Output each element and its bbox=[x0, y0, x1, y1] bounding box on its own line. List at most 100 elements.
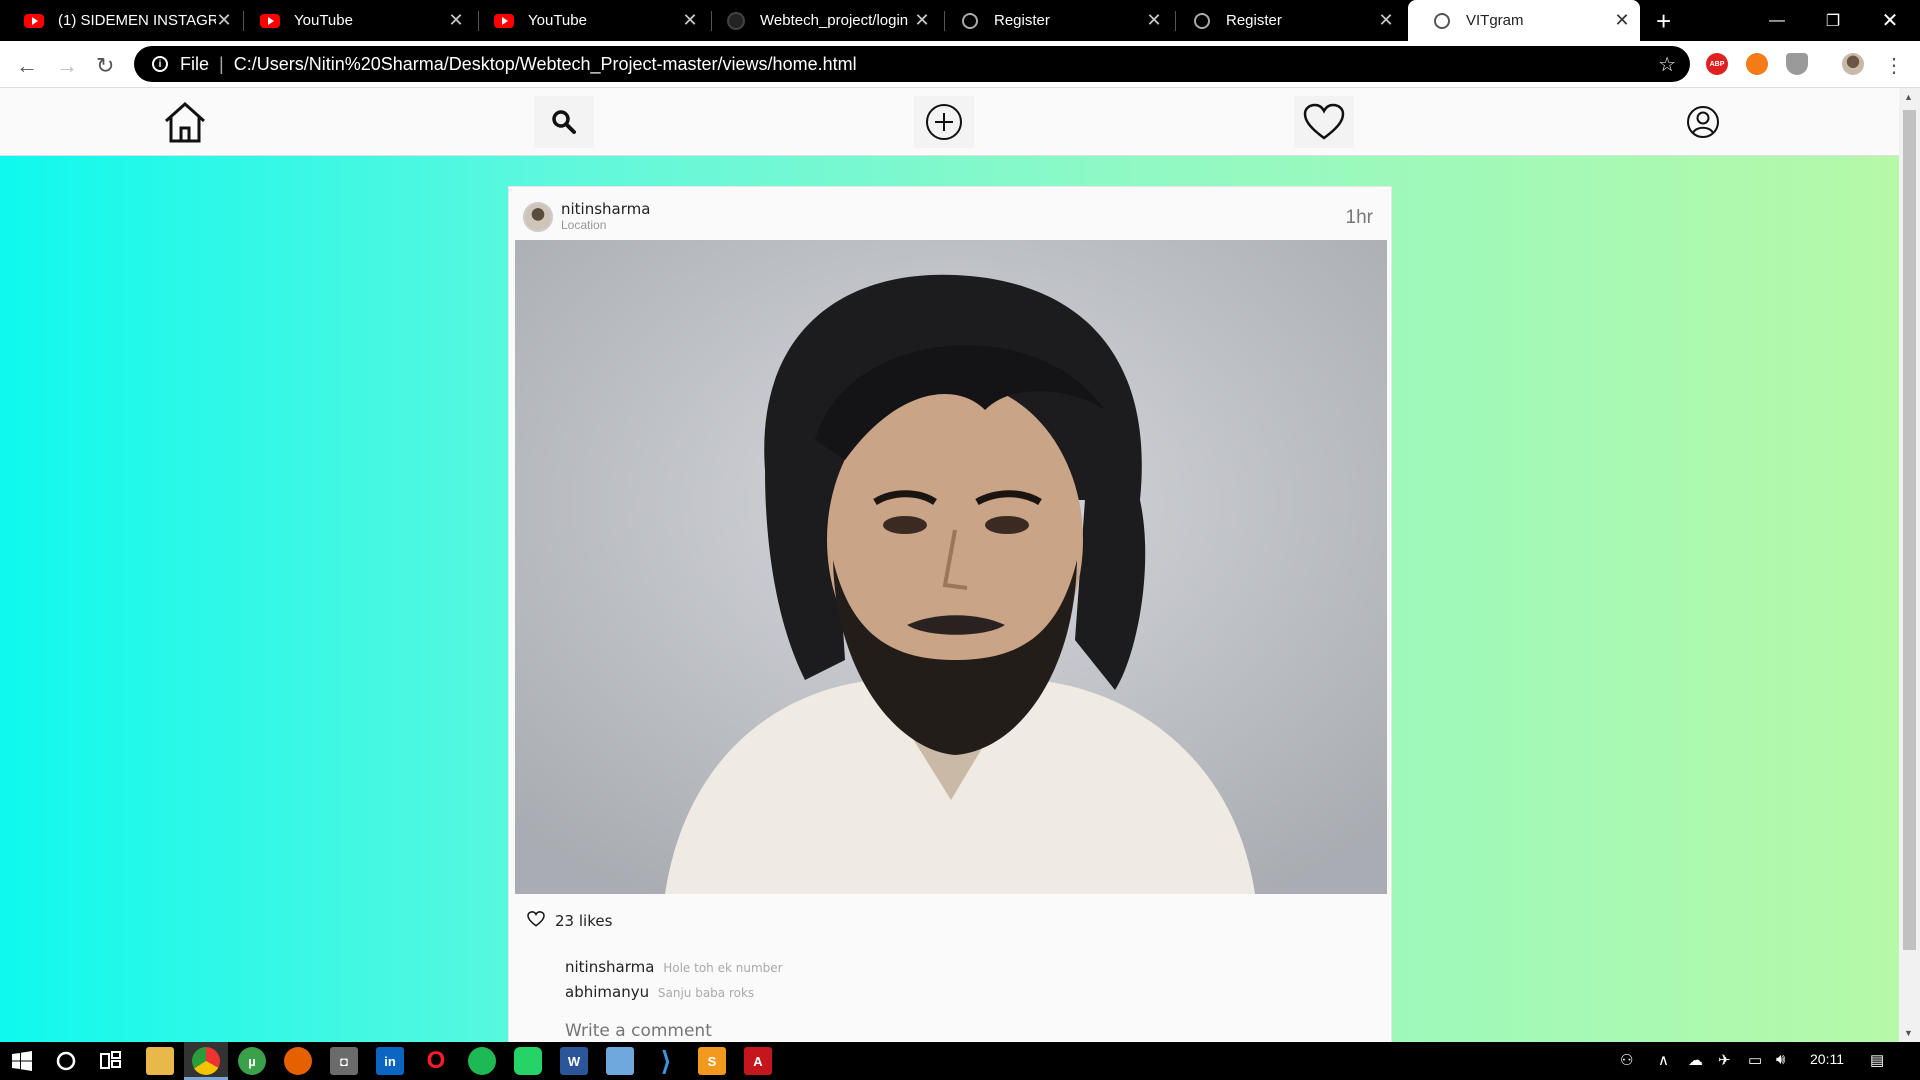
likes-row: 23 likes bbox=[527, 911, 612, 931]
browser-tab[interactable]: Register ✕ bbox=[936, 0, 1172, 41]
squirrel-icon[interactable] bbox=[1746, 53, 1768, 75]
heart-icon[interactable] bbox=[1294, 96, 1354, 148]
back-arrow-icon[interactable]: ← bbox=[16, 53, 38, 79]
restore-button[interactable]: ❐ bbox=[1805, 0, 1861, 41]
close-tab-icon[interactable]: ✕ bbox=[1378, 10, 1394, 31]
browser-tab-active[interactable]: VITgram ✕ bbox=[1408, 0, 1640, 41]
browser-tab[interactable]: YouTube ✕ bbox=[470, 0, 708, 41]
globe-icon bbox=[1432, 11, 1452, 31]
scrollbar-thumb[interactable] bbox=[1903, 110, 1916, 950]
volume-icon[interactable]: 🔊︎ bbox=[1776, 1051, 1785, 1068]
chrome-icon[interactable] bbox=[192, 1047, 220, 1075]
close-tab-icon[interactable]: ✕ bbox=[1146, 10, 1162, 31]
comment-text: Hole toh ek number bbox=[663, 961, 783, 975]
forward-arrow-icon[interactable]: → bbox=[56, 53, 78, 79]
linkedin-icon[interactable]: in bbox=[376, 1047, 404, 1075]
close-tab-icon[interactable]: ✕ bbox=[448, 10, 464, 31]
show-hidden-icons-chevron-icon[interactable]: ∧ bbox=[1658, 1051, 1669, 1069]
comment: nitinsharma Hole toh ek number bbox=[565, 955, 783, 980]
page-viewport: nitinsharma Location 1hr 23 likes nitins… bbox=[0, 88, 1899, 1042]
youtube-icon bbox=[260, 11, 280, 31]
post-time: 1hr bbox=[1345, 207, 1373, 228]
comment-input[interactable] bbox=[565, 1021, 1165, 1041]
profile-icon[interactable] bbox=[1673, 96, 1733, 148]
word-icon[interactable]: W bbox=[560, 1047, 588, 1075]
url-scheme: File bbox=[180, 53, 210, 74]
close-tab-icon[interactable]: ✕ bbox=[682, 10, 698, 31]
browser-tab[interactable]: YouTube ✕ bbox=[236, 0, 474, 41]
opera-icon[interactable]: O bbox=[422, 1047, 450, 1075]
onedrive-icon[interactable]: ☁ bbox=[1688, 1051, 1703, 1069]
site-navbar bbox=[0, 88, 1899, 156]
windows-taskbar: µ ◘ in O W ⟩ S A ⚇ ∧ ☁ ✈ ▭ 🔊︎ 20:11 ▤ bbox=[0, 1042, 1920, 1080]
github-icon bbox=[726, 11, 746, 31]
close-tab-icon[interactable]: ✕ bbox=[216, 10, 232, 31]
tab-title: (1) SIDEMEN INSTAGRA bbox=[58, 12, 216, 29]
url-field[interactable]: i File | C:/Users/Nitin%20Sharma/Desktop… bbox=[134, 46, 1690, 82]
utorrent-icon[interactable]: µ bbox=[238, 1047, 266, 1075]
tab-title: YouTube bbox=[528, 12, 587, 29]
tab-title: VITgram bbox=[1466, 12, 1524, 29]
comment: abhimanyu Sanju baba roks bbox=[565, 980, 783, 1005]
user-avatar[interactable] bbox=[523, 201, 553, 232]
like-heart-icon[interactable] bbox=[527, 911, 545, 931]
url-text: C:/Users/Nitin%20Sharma/Desktop/Webtech_… bbox=[233, 53, 857, 74]
search-icon[interactable] bbox=[534, 96, 594, 148]
tab-title: Webtech_project/login bbox=[760, 12, 909, 29]
post-username[interactable]: nitinsharma bbox=[561, 201, 650, 218]
clock[interactable]: 20:11 bbox=[1810, 1051, 1844, 1067]
globe-icon bbox=[960, 11, 980, 31]
minimize-button[interactable]: — bbox=[1749, 0, 1805, 41]
add-post-icon[interactable] bbox=[914, 96, 974, 148]
people-icon[interactable]: ⚇ bbox=[1620, 1051, 1633, 1069]
new-tab-button[interactable]: + bbox=[1656, 6, 1671, 37]
browser-tab[interactable]: (1) SIDEMEN INSTAGRA ✕ bbox=[0, 0, 242, 41]
acrobat-icon[interactable]: A bbox=[744, 1047, 772, 1075]
notes-icon[interactable] bbox=[606, 1047, 634, 1075]
spotify-icon[interactable] bbox=[468, 1047, 496, 1075]
browser-tab[interactable]: Webtech_project/login ✕ bbox=[702, 0, 940, 41]
close-window-button[interactable]: ✕ bbox=[1862, 0, 1918, 41]
info-icon[interactable]: i bbox=[152, 56, 168, 72]
youtube-icon bbox=[494, 11, 514, 31]
menu-dots-icon[interactable]: ⋮ bbox=[1884, 53, 1904, 78]
close-tab-icon[interactable]: ✕ bbox=[1614, 10, 1630, 31]
comment-user[interactable]: nitinsharma bbox=[565, 958, 654, 976]
home-icon[interactable] bbox=[155, 96, 215, 148]
task-view-icon[interactable] bbox=[97, 1047, 125, 1075]
battery-icon[interactable]: ▭ bbox=[1748, 1051, 1762, 1069]
file-explorer-icon[interactable] bbox=[146, 1047, 174, 1075]
browser-tab-bar: (1) SIDEMEN INSTAGRA ✕ YouTube ✕ YouTube… bbox=[0, 0, 1920, 41]
sublime-icon[interactable]: S bbox=[698, 1047, 726, 1075]
tab-title: YouTube bbox=[294, 12, 353, 29]
browser-tab[interactable]: Register ✕ bbox=[1168, 0, 1404, 41]
notifications-icon[interactable]: ▤ bbox=[1870, 1051, 1884, 1069]
comments-list: nitinsharma Hole toh ek number abhimanyu… bbox=[565, 955, 783, 1005]
shield-icon[interactable] bbox=[1786, 53, 1808, 75]
comment-user[interactable]: abhimanyu bbox=[565, 983, 649, 1001]
globe-icon bbox=[1192, 11, 1212, 31]
post-card: nitinsharma Location 1hr 23 likes nitins… bbox=[508, 186, 1392, 1042]
firefox-icon[interactable] bbox=[284, 1047, 312, 1075]
airplane-mode-icon[interactable]: ✈ bbox=[1718, 1051, 1731, 1069]
whatsapp-icon[interactable] bbox=[514, 1047, 542, 1075]
post-photo[interactable] bbox=[515, 240, 1387, 894]
close-tab-icon[interactable]: ✕ bbox=[914, 10, 930, 31]
app-icon[interactable]: ◘ bbox=[330, 1047, 358, 1075]
scroll-down-arrow-icon[interactable]: ▼ bbox=[1904, 1028, 1913, 1038]
page-scrollbar[interactable]: ▲ ▼ bbox=[1899, 88, 1920, 1042]
windows-start-icon[interactable] bbox=[8, 1047, 36, 1075]
scroll-up-arrow-icon[interactable]: ▲ bbox=[1904, 92, 1913, 102]
abp-icon[interactable]: ABP bbox=[1706, 53, 1728, 75]
youtube-icon bbox=[24, 11, 44, 31]
profile-avatar[interactable] bbox=[1842, 53, 1864, 75]
likes-count: 23 likes bbox=[555, 912, 613, 930]
bookmark-star-icon[interactable]: ☆ bbox=[1658, 52, 1676, 77]
vscode-icon[interactable]: ⟩ bbox=[652, 1046, 680, 1076]
reload-icon[interactable]: ↻ bbox=[96, 53, 114, 79]
tab-title: Register bbox=[994, 12, 1050, 29]
address-bar: ← → ↻ i File | C:/Users/Nitin%20Sharma/D… bbox=[0, 41, 1920, 88]
cortana-icon[interactable] bbox=[52, 1047, 80, 1075]
post-header: nitinsharma Location bbox=[523, 201, 650, 232]
tab-title: Register bbox=[1226, 12, 1282, 29]
